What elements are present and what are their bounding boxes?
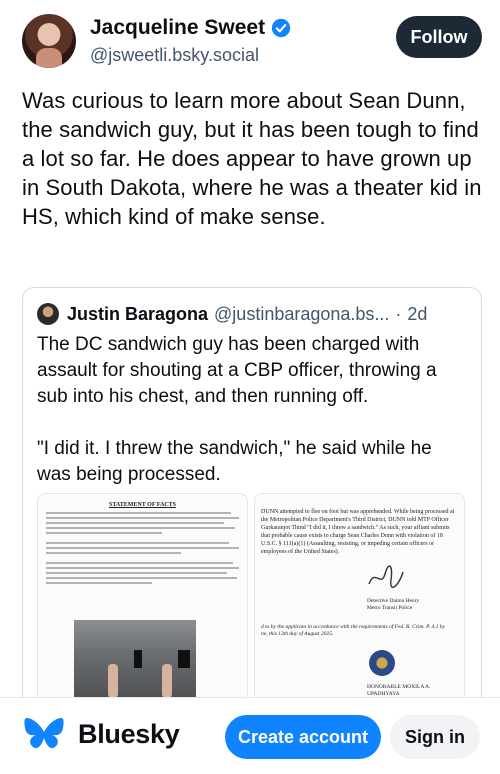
author-avatar[interactable] (22, 14, 76, 68)
quoted-post[interactable]: Justin Baragona @justinbaragona.bs... · … (22, 287, 482, 707)
create-account-button[interactable]: Create account (225, 715, 381, 759)
separator-dot: · (395, 303, 402, 324)
bottom-bar: Bluesky Create account Sign in (0, 697, 500, 774)
quoted-post-time: 2d (407, 303, 428, 324)
post-text: Was curious to learn more about Sean Dun… (22, 88, 482, 229)
attestation-text: d to by the applicant in accordance with… (261, 624, 445, 637)
quoted-author-handle: @justinbaragona.bs... (214, 303, 390, 324)
author-display-name[interactable]: Jacqueline Sweet (90, 16, 265, 40)
sign-in-button[interactable]: Sign in (390, 715, 480, 759)
verified-check-icon (271, 18, 291, 38)
author-name-row: Jacqueline Sweet (90, 16, 291, 40)
butterfly-icon (24, 718, 64, 749)
document-title: STATEMENT OF FACTS (108, 502, 176, 508)
signer-name: Detective Daima Henry Metro Transit Poli… (367, 598, 420, 611)
quoted-post-text: The DC sandwich guy has been charged wit… (37, 332, 469, 514)
author-handle[interactable]: @jsweetli.bsky.social (90, 45, 259, 66)
document-image-1[interactable]: STATEMENT OF FACTS (37, 493, 248, 706)
document-text-lines (46, 512, 239, 587)
court-seal (369, 650, 395, 676)
signature-mark (368, 565, 404, 589)
quoted-author-name: Justin Baragona (67, 303, 209, 324)
document-image-2[interactable]: DUNN attempted to flee on foot but was a… (254, 493, 465, 706)
quoted-post-header: Justin Baragona @justinbaragona.bs... · … (37, 302, 467, 326)
bluesky-logo[interactable]: Bluesky (24, 716, 180, 752)
quoted-paragraph: "I did it. I threw the sandwich," he sai… (37, 438, 432, 485)
follow-button[interactable]: Follow (396, 16, 482, 58)
quoted-paragraph: The DC sandwich guy has been charged wit… (37, 334, 437, 407)
document-text: DUNN attempted to flee on foot but was a… (261, 509, 455, 555)
surveillance-photo (142, 620, 196, 706)
quoted-author-avatar (37, 303, 59, 325)
post-header: Jacqueline Sweet @jsweetli.bsky.social F… (22, 14, 482, 72)
logo-text: Bluesky (78, 718, 180, 749)
quoted-images: STATEMENT OF FACTS DUNN attempted to fle… (37, 493, 465, 706)
